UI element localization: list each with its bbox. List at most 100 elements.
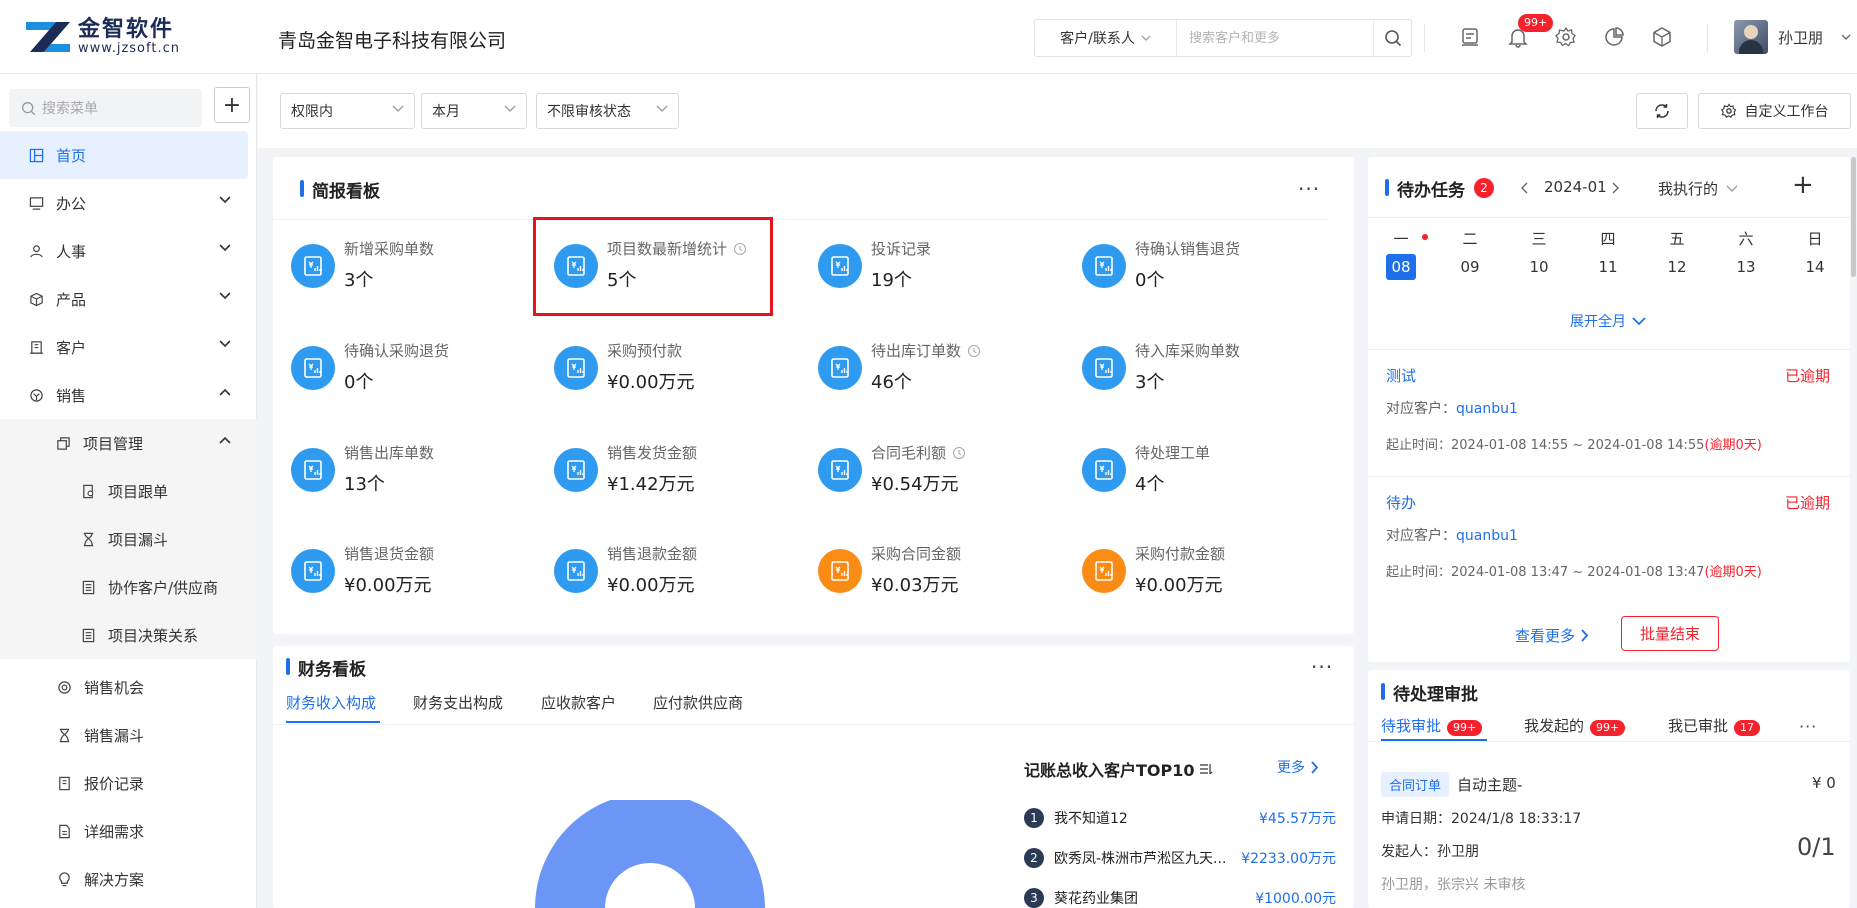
stat-contract-gross-profit[interactable]: 合同毛利额 ¥0.54万元 <box>818 436 1058 506</box>
stat-new-purchase-orders[interactable]: 新增采购单数 3个 <box>291 232 531 302</box>
more-options-icon[interactable]: ··· <box>1311 657 1333 677</box>
stat-purchase-prepayment[interactable]: 采购预付款 ¥0.00万元 <box>554 334 794 404</box>
more-options-icon[interactable]: ··· <box>1799 719 1817 735</box>
pie-chart-icon[interactable] <box>1602 24 1626 50</box>
tab-pending-approval[interactable]: 待我审批 99+ <box>1381 715 1483 736</box>
view-more-link[interactable]: 查看更多 <box>1515 625 1589 646</box>
building-icon <box>28 339 44 355</box>
sidebar-item-hr[interactable]: 人事 <box>0 227 257 275</box>
approval-subject[interactable]: 自动主题- <box>1457 774 1522 795</box>
report-icon <box>291 346 335 390</box>
top10-row[interactable]: 1 我不知道12 ¥45.57万元 <box>1024 808 1336 828</box>
divider <box>1368 741 1850 742</box>
search-icon[interactable] <box>1373 20 1411 56</box>
stat-label: 销售发货金额 <box>607 442 697 463</box>
tab-income-composition[interactable]: 财务收入构成 <box>286 692 376 713</box>
tab-initiated[interactable]: 我发起的 99+ <box>1524 715 1626 736</box>
customize-workbench-button[interactable]: 自定义工作台 <box>1698 93 1851 129</box>
customer-link[interactable]: quanbu1 <box>1456 401 1518 417</box>
todo-item-name[interactable]: 待办 <box>1386 492 1830 513</box>
search-input[interactable] <box>1177 20 1373 56</box>
stat-pending-sales-return[interactable]: 待确认销售退货 0个 <box>1082 232 1322 302</box>
top10-row[interactable]: 3 葵花药业集团 ¥1000.00元 <box>1024 888 1336 908</box>
sidebar-item-label: 项目管理 <box>83 434 144 453</box>
stat-sales-return-amount[interactable]: 销售退货金额 ¥0.00万元 <box>291 537 531 607</box>
chevron-down-icon <box>1632 316 1646 325</box>
calendar-date[interactable]: 11 <box>1593 254 1623 280</box>
todo-item[interactable]: 待办 已逾期 对应客户：quanbu1 起止时间：2024-01-08 13:4… <box>1386 492 1830 580</box>
stat-sales-refund-amount[interactable]: 销售退款金额 ¥0.00万元 <box>554 537 794 607</box>
sidebar-item-project-tracking[interactable]: 项目跟单 <box>0 467 257 515</box>
batch-end-button[interactable]: 批量结束 <box>1621 616 1719 651</box>
stat-pending-inbound-purchase[interactable]: 待入库采购单数 3个 <box>1082 334 1322 404</box>
active-tab-indicator <box>286 721 380 723</box>
message-icon[interactable] <box>1458 24 1482 50</box>
sort-icon[interactable] <box>1199 762 1213 776</box>
stat-label: 待入库采购单数 <box>1135 340 1240 361</box>
top10-row[interactable]: 2 欧秀凤-株洲市芦淞区九天... ¥2233.00万元 <box>1024 848 1336 868</box>
bell-icon[interactable]: 99+ <box>1506 14 1554 50</box>
sidebar-item-requirements[interactable]: 详细需求 <box>0 807 257 855</box>
sidebar-item-decision-relation[interactable]: 项目决策关系 <box>0 611 257 659</box>
menu-search-input[interactable]: 搜索菜单 <box>9 89 202 127</box>
sidebar-item-office[interactable]: 办公 <box>0 179 257 227</box>
stat-sales-delivery-amount[interactable]: 销售发货金额 ¥1.42万元 <box>554 436 794 506</box>
sidebar-item-project-funnel[interactable]: 项目漏斗 <box>0 515 257 563</box>
expand-month-button[interactable]: 展开全月 <box>1570 311 1646 331</box>
gear-icon[interactable] <box>1554 24 1578 50</box>
tab-approved[interactable]: 我已审批 17 <box>1668 715 1761 736</box>
refresh-button[interactable] <box>1636 93 1688 129</box>
todo-item[interactable]: 测试 已逾期 对应客户：quanbu1 起止时间：2024-01-08 14:5… <box>1386 365 1830 453</box>
more-link[interactable]: 更多 <box>1277 757 1319 777</box>
report-icon <box>291 244 335 288</box>
calendar-date[interactable]: 13 <box>1731 254 1761 280</box>
calendar-date[interactable]: 10 <box>1524 254 1554 280</box>
tab-payable-suppliers[interactable]: 应付款供应商 <box>653 692 743 713</box>
stat-purchase-contract-amount[interactable]: 采购合同金额 ¥0.03万元 <box>818 537 1058 607</box>
stat-sales-outbound-orders[interactable]: 销售出库单数 13个 <box>291 436 531 506</box>
stat-pending-purchase-return[interactable]: 待确认采购退货 0个 <box>291 334 531 404</box>
add-todo-button[interactable]: + <box>1792 172 1814 198</box>
sidebar-item-sales[interactable]: 销售 <box>0 371 257 419</box>
report-icon <box>1082 244 1126 288</box>
tab-receivable-customers[interactable]: 应收款客户 <box>541 692 616 713</box>
scrollbar[interactable] <box>1851 157 1856 277</box>
search-type-select[interactable]: 客户/联系人 <box>1035 20 1177 56</box>
stat-pending-work-orders[interactable]: 待处理工单 4个 <box>1082 436 1322 506</box>
brand-logo[interactable]: 金智软件 www.jzsoft.cn <box>24 18 180 56</box>
customer-link[interactable]: quanbu1 <box>1456 528 1518 544</box>
calendar-date[interactable]: 08 <box>1386 254 1416 280</box>
sidebar-item-quote-record[interactable]: 报价记录 <box>0 759 257 807</box>
more-options-icon[interactable]: ··· <box>1298 179 1320 199</box>
doc-search-icon <box>80 483 96 499</box>
tab-expense-composition[interactable]: 财务支出构成 <box>413 692 503 713</box>
chevron-left-icon[interactable] <box>1520 182 1528 194</box>
add-menu-button[interactable]: + <box>214 87 250 123</box>
todo-filter-select[interactable]: 我执行的 <box>1658 178 1738 199</box>
calendar-date[interactable]: 09 <box>1455 254 1485 280</box>
sidebar-item-project-management[interactable]: 项目管理 <box>0 419 257 467</box>
period-select[interactable]: 本月 <box>421 93 527 129</box>
chevron-up-icon <box>219 436 231 444</box>
todo-item-name[interactable]: 测试 <box>1386 365 1830 386</box>
sidebar-item-sales-funnel[interactable]: 销售漏斗 <box>0 711 257 759</box>
sidebar-item-partner-supplier[interactable]: 协作客户/供应商 <box>0 563 257 611</box>
sidebar-item-solutions[interactable]: 解决方案 <box>0 855 257 903</box>
chevron-right-icon[interactable] <box>1612 182 1620 194</box>
audit-status-select[interactable]: 不限审核状态 <box>536 93 679 129</box>
sidebar-item-product[interactable]: 产品 <box>0 275 257 323</box>
sidebar-item-customer[interactable]: 客户 <box>0 323 257 371</box>
scope-select[interactable]: 权限内 <box>280 93 415 129</box>
sidebar-item-home[interactable]: 首页 <box>0 131 248 179</box>
calendar-date[interactable]: 12 <box>1662 254 1692 280</box>
sidebar-item-sales-opportunity[interactable]: 销售机会 <box>0 663 257 711</box>
stat-pending-outbound-orders[interactable]: 待出库订单数 46个 <box>818 334 1058 404</box>
stat-value: 13个 <box>344 474 385 495</box>
user-menu[interactable]: 孙卫朋 <box>1734 20 1851 54</box>
stat-label: 销售退货金额 <box>344 543 434 564</box>
stat-purchase-payment-amount[interactable]: 采购付款金额 ¥0.00万元 <box>1082 537 1322 607</box>
bulb-icon <box>56 871 72 887</box>
calendar-date[interactable]: 14 <box>1800 254 1830 280</box>
stat-complaint-records[interactable]: 投诉记录 19个 <box>818 232 1058 302</box>
cube-icon[interactable] <box>1650 24 1674 50</box>
